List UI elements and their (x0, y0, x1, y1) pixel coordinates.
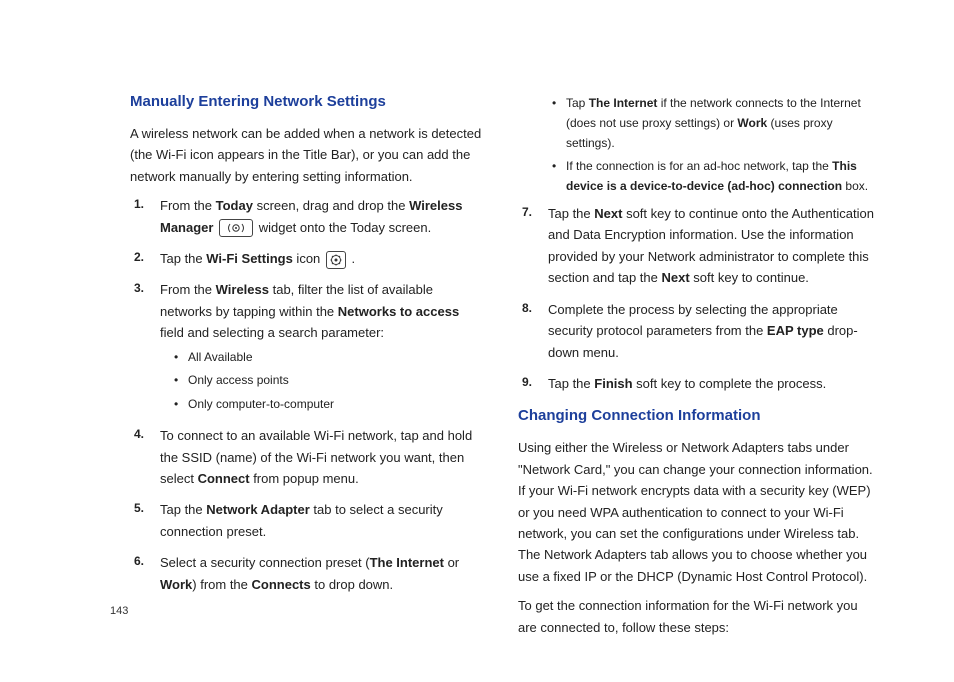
search-params-list: All Available Only access points Only co… (160, 348, 486, 415)
step-6: Select a security connection preset (The… (130, 552, 486, 595)
step-5: Tap the Network Adapter tab to select a … (130, 499, 486, 542)
left-column: Manually Entering Network Settings A wir… (130, 90, 486, 646)
bullet-ap: Only access points (160, 371, 486, 391)
step-8: Complete the process by selecting the ap… (518, 299, 874, 363)
intro-text: A wireless network can be added when a n… (130, 123, 486, 187)
step-3: From the Wireless tab, filter the list o… (130, 279, 486, 415)
right-column: Tap The Internet if the network connects… (518, 90, 874, 646)
step-4: To connect to an available Wi-Fi network… (130, 425, 486, 489)
steps-list-right: Tap the Next soft key to continue onto t… (518, 203, 874, 395)
manual-page: Manually Entering Network Settings A wir… (0, 0, 954, 646)
heading-changing-connection: Changing Connection Information (518, 404, 874, 429)
bullet-c2c: Only computer-to-computer (160, 395, 486, 415)
wireless-manager-icon (219, 219, 253, 237)
steps-list-left: From the Today screen, drag and drop the… (130, 195, 486, 595)
step-2: Tap the Wi-Fi Settings icon . (130, 248, 486, 269)
changing-para1: Using either the Wireless or Network Ada… (518, 437, 874, 587)
wifi-settings-icon (326, 251, 346, 269)
step-1: From the Today screen, drag and drop the… (130, 195, 486, 238)
heading-manual-network: Manually Entering Network Settings (130, 90, 486, 115)
changing-para2: To get the connection information for th… (518, 595, 874, 638)
step-9: Tap the Finish soft key to complete the … (518, 373, 874, 394)
bullet-all: All Available (160, 348, 486, 368)
step6-sub-bullets: Tap The Internet if the network connects… (538, 94, 874, 197)
bullet-adhoc: If the connection is for an ad-hoc netwo… (538, 157, 874, 197)
page-number: 143 (110, 605, 128, 617)
bullet-internet-work: Tap The Internet if the network connects… (538, 94, 874, 153)
step-7: Tap the Next soft key to continue onto t… (518, 203, 874, 289)
